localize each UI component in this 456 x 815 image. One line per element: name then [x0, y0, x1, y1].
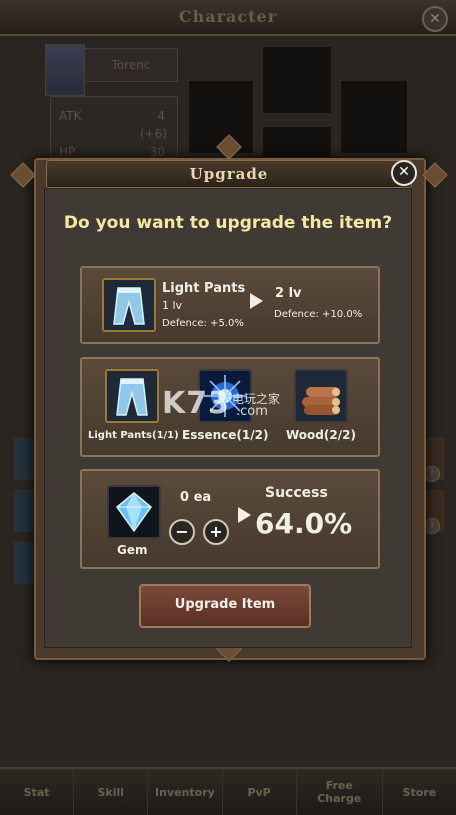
- info-icon: !: [424, 518, 440, 534]
- item-name: Light Pants: [162, 281, 246, 296]
- gem-icon: [107, 485, 161, 539]
- nav-pvp[interactable]: PvP: [223, 769, 297, 815]
- nav-stat[interactable]: Stat: [0, 769, 75, 815]
- upgrade-title-bar: Upgrade: [46, 160, 412, 188]
- stat-value: 4: [157, 109, 165, 123]
- equipment-slot: [340, 80, 408, 154]
- material-label: Light Pants(1/1): [88, 430, 179, 441]
- character-title: Character: [178, 7, 278, 26]
- pants-icon: [105, 369, 159, 423]
- character-header: Character ✕: [0, 0, 456, 36]
- stat-bonus: (+6): [139, 127, 167, 141]
- nav-store[interactable]: Store: [383, 769, 456, 815]
- watermark-logo: K73: [162, 386, 230, 421]
- stat-label: ATK: [59, 109, 82, 123]
- arrow-right-icon: [238, 507, 251, 523]
- item-next-stat: Defence: +10.0%: [274, 309, 363, 320]
- item-level: 1 lv: [162, 299, 183, 312]
- item-stat: Defence: +5.0%: [162, 318, 244, 329]
- upgrade-item-button[interactable]: Upgrade Item: [139, 584, 311, 628]
- equipment-slot: [262, 46, 332, 114]
- increase-gem-button[interactable]: +: [203, 519, 229, 545]
- stat-value: 30: [149, 145, 165, 159]
- bottom-navigation: Stat Skill Inventory PvP Free Charge Sto…: [0, 767, 456, 815]
- pants-icon: [102, 278, 156, 332]
- nav-free-charge[interactable]: Free Charge: [297, 769, 383, 815]
- success-rate: 64.0%: [255, 507, 353, 540]
- wood-icon: [294, 369, 348, 423]
- nav-inventory[interactable]: Inventory: [148, 769, 223, 815]
- close-icon[interactable]: ✕: [422, 6, 448, 32]
- arrow-right-icon: [250, 293, 263, 309]
- stat-box: ATK 4 (+6) HP 30: [50, 96, 178, 159]
- nav-skill[interactable]: Skill: [74, 769, 149, 815]
- gem-count: 0 ea: [180, 490, 212, 505]
- upgrade-question: Do you want to upgrade the item?: [63, 213, 393, 233]
- character-name-box: Torenc: [84, 48, 178, 82]
- info-icon: !: [424, 466, 440, 482]
- decrease-gem-button[interactable]: −: [169, 519, 195, 545]
- character-portrait: [45, 44, 85, 96]
- stat-label: HP: [59, 145, 76, 159]
- success-label: Success: [265, 485, 328, 501]
- material-label: Wood(2/2): [286, 428, 356, 442]
- character-name: Torenc: [111, 58, 151, 72]
- watermark-domain: .com: [236, 404, 268, 419]
- gem-label: Gem: [117, 543, 148, 557]
- close-icon[interactable]: ✕: [391, 160, 417, 186]
- material-label: Essence(1/2): [182, 428, 269, 442]
- item-next-level: 2 lv: [275, 286, 302, 301]
- dialog-title: Upgrade: [189, 165, 269, 183]
- equipment-slot: [262, 126, 332, 158]
